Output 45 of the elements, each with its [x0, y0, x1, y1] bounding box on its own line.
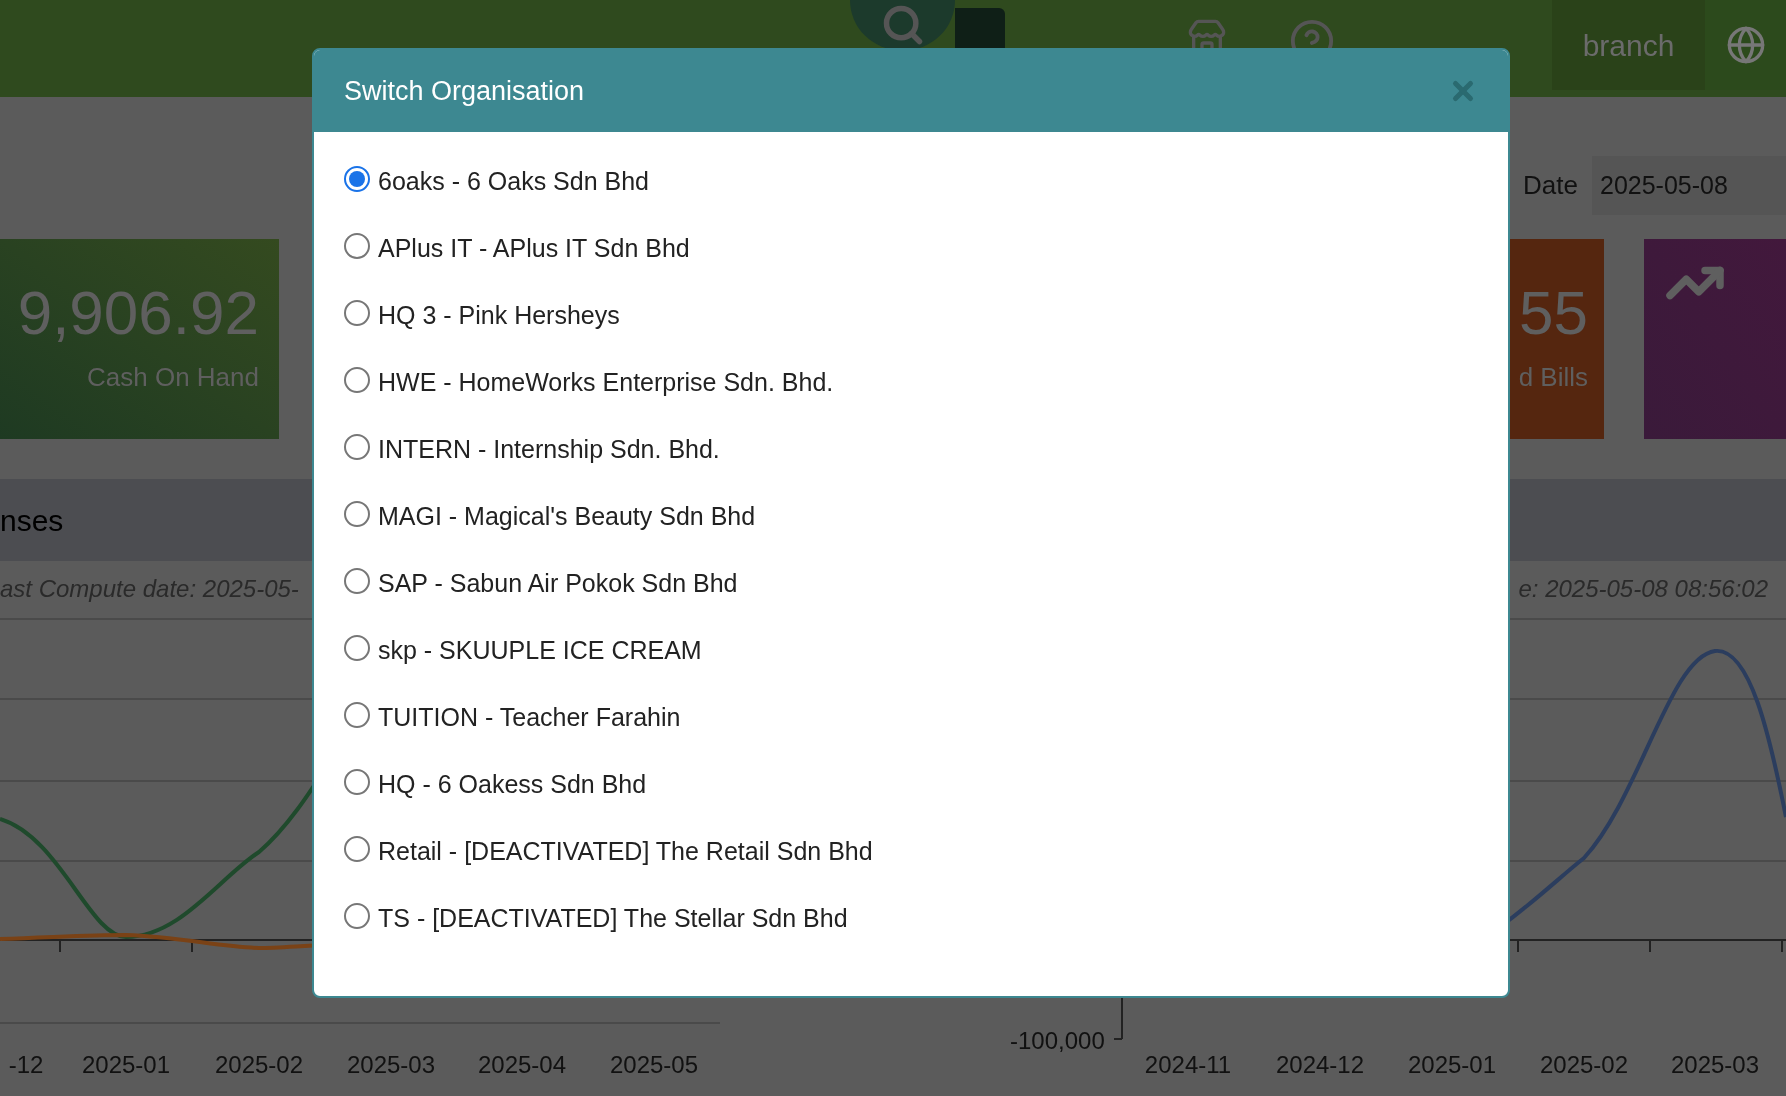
axis-label: 2025-01 [81, 1050, 171, 1080]
organisation-option[interactable]: Retail - [DEACTIVATED] The Retail Sdn Bhd [344, 818, 873, 885]
radio-button[interactable] [344, 768, 370, 795]
axis-label: 2025-01 [1407, 1050, 1497, 1080]
axis-label: 2025-03 [346, 1050, 436, 1080]
cash-value: 9,906.92 [17, 281, 259, 344]
axis-label: -12 [8, 1050, 44, 1080]
organisation-option[interactable]: INTERN - Internship Sdn. Bhd. [344, 416, 720, 483]
organisation-option[interactable]: skp - SKUUPLE ICE CREAM [344, 617, 702, 684]
radio-button[interactable] [344, 634, 370, 661]
radio-button[interactable] [344, 902, 370, 929]
cash-label: Cash On Hand [87, 360, 259, 394]
radio-button[interactable] [344, 299, 370, 326]
radio-button[interactable] [344, 165, 370, 192]
bills-value: 55 [1519, 281, 1588, 344]
radio-button[interactable] [344, 500, 370, 527]
organisation-option[interactable]: HWE - HomeWorks Enterprise Sdn. Bhd. [344, 349, 834, 416]
bills-label: d Bills [1518, 360, 1588, 394]
radio-button[interactable] [344, 835, 370, 862]
radio-button[interactable] [344, 567, 370, 594]
axis-label: 2025-03 [1670, 1050, 1760, 1080]
organisation-option[interactable]: TS - [DEACTIVATED] The Stellar Sdn Bhd [344, 885, 848, 952]
organisation-option[interactable]: APlus IT - APlus IT Sdn Bhd [344, 215, 690, 282]
organisation-option[interactable]: TUITION - Teacher Farahin [344, 684, 681, 751]
axis-label: 2024-11 [1144, 1050, 1232, 1080]
axis-label: 2025-02 [1539, 1050, 1629, 1080]
organisation-option[interactable]: HQ - 6 Oakess Sdn Bhd [344, 751, 647, 818]
dialog-title: Switch Organisation [344, 74, 585, 108]
axis-label: 2024-12 [1275, 1050, 1365, 1080]
organisation-option[interactable]: SAP - Sabun Air Pokok Sdn Bhd [344, 550, 738, 617]
axis-label: 2025-02 [214, 1050, 304, 1080]
search-button[interactable] [850, 0, 955, 50]
organisation-option[interactable]: HQ 3 - Pink Hersheys [344, 282, 620, 349]
globe-icon[interactable] [1725, 25, 1766, 65]
axis-label: 2025-05 [609, 1050, 699, 1080]
date-label: Date [1523, 169, 1578, 202]
axis-label: -100,000 [1010, 1026, 1105, 1056]
radio-button[interactable] [344, 701, 370, 728]
axis-label: 2025-04 [477, 1050, 567, 1080]
radio-button[interactable] [344, 366, 370, 393]
organisation-option[interactable]: MAGI - Magical's Beauty Sdn Bhd [344, 483, 756, 550]
organisation-option[interactable]: 6oaks - 6 Oaks Sdn Bhd [344, 148, 649, 215]
radio-button[interactable] [344, 232, 370, 259]
radio-button[interactable] [344, 433, 370, 460]
section-title: nses [0, 502, 64, 539]
